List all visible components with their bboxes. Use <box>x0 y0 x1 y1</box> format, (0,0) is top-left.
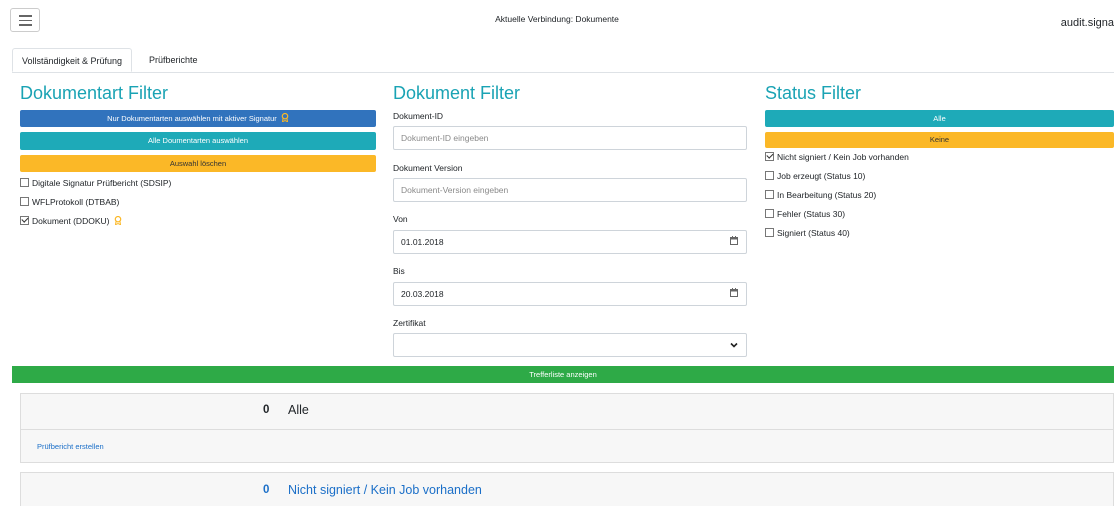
show-results-button[interactable]: Trefferliste anzeigen <box>12 366 1114 383</box>
doc-type-item-ddoku[interactable]: Dokument (DDOKU) <box>20 216 122 226</box>
status-item-error[interactable]: Fehler (Status 30) <box>765 209 845 219</box>
result-panel-footer: Prüfbericht erstellen <box>20 430 1114 463</box>
result-label: Alle <box>288 403 309 417</box>
from-label: Von <box>393 214 408 224</box>
result-panel-all[interactable]: 0 Alle <box>20 393 1114 430</box>
doc-id-input[interactable]: Dokument-ID eingeben <box>393 126 747 150</box>
checkbox[interactable] <box>765 171 774 180</box>
seal-icon <box>114 216 122 225</box>
doc-version-label: Dokument Version <box>393 163 463 173</box>
checkbox[interactable] <box>765 228 774 237</box>
status-item-in-progress[interactable]: In Bearbeitung (Status 20) <box>765 190 876 200</box>
tab-completeness[interactable]: Vollständigkeit & Prüfung <box>12 48 133 72</box>
certificate-select[interactable] <box>393 333 747 357</box>
certificate-label: Zertifikat <box>393 318 426 328</box>
checkbox-checked[interactable] <box>765 152 774 161</box>
checkbox-checked[interactable] <box>20 216 29 225</box>
chevron-down-icon <box>730 342 738 348</box>
result-panel-not-signed[interactable]: 0 Nicht signiert / Kein Job vorhanden <box>20 472 1114 506</box>
doc-filter-title: Dokument Filter <box>393 83 521 103</box>
checkbox[interactable] <box>765 190 774 199</box>
result-count: 0 <box>263 404 270 416</box>
checkbox[interactable] <box>20 197 29 206</box>
tab-bar: Vollständigkeit & Prüfung Prüfberichte <box>12 48 1114 73</box>
connection-label: Aktuelle Verbindung: Dokumente <box>495 14 619 24</box>
status-item-not-signed[interactable]: Nicht signiert / Kein Job vorhanden <box>765 152 909 162</box>
status-item-job-created[interactable]: Job erzeugt (Status 10) <box>765 171 865 181</box>
select-signature-types-button[interactable]: Nur Dokumentarten auswählen mit aktiver … <box>20 110 376 127</box>
calendar-icon[interactable] <box>730 236 738 245</box>
from-date-input[interactable]: 01.01.2018 <box>393 230 747 254</box>
to-date-input[interactable]: 20.03.2018 <box>393 282 747 306</box>
checkbox[interactable] <box>20 178 29 187</box>
tab-reports[interactable]: Prüfberichte <box>140 48 207 72</box>
doc-id-label: Dokument-ID <box>393 111 444 121</box>
doc-type-item-sdsip[interactable]: Digitale Signatur Prüfbericht (SDSIP) <box>20 178 171 188</box>
top-bar: Aktuelle Verbindung: Dokumente audit.sig… <box>0 0 1114 36</box>
calendar-icon[interactable] <box>730 288 738 297</box>
to-label: Bis <box>393 266 405 276</box>
doc-type-item-dtbab[interactable]: WFLProtokoll (DTBAB) <box>20 197 119 207</box>
clear-selection-button[interactable]: Auswahl löschen <box>20 155 376 172</box>
doc-type-filter-title: Dokumentart Filter <box>20 83 169 103</box>
result-label: Nicht signiert / Kein Job vorhanden <box>288 483 482 497</box>
status-item-signed[interactable]: Signiert (Status 40) <box>765 228 850 238</box>
doc-version-input[interactable]: Dokument-Version eingeben <box>393 178 747 202</box>
create-report-link[interactable]: Prüfbericht erstellen <box>37 442 104 451</box>
select-all-doc-types-button[interactable]: Alle Doumentarten auswählen <box>20 132 376 150</box>
status-all-button[interactable]: Alle <box>765 110 1114 127</box>
user-name[interactable]: audit.signa <box>1061 17 1114 29</box>
checkbox[interactable] <box>765 209 774 218</box>
status-none-button[interactable]: Keine <box>765 132 1114 148</box>
seal-icon <box>281 113 289 122</box>
result-count: 0 <box>263 484 270 496</box>
status-filter-title: Status Filter <box>765 83 862 103</box>
